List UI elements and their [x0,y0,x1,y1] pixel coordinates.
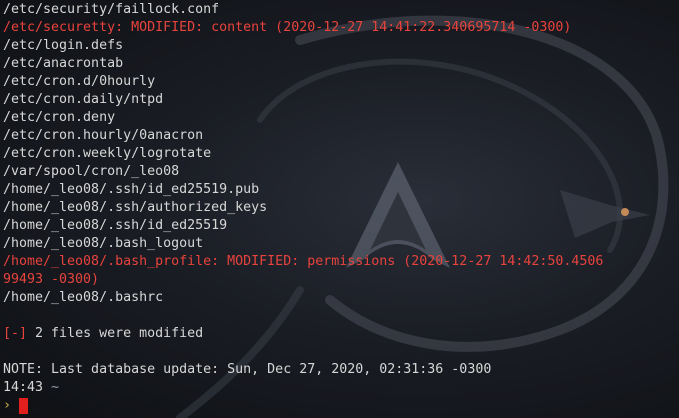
output-line: /var/spool/cron/_leo08 [3,164,180,179]
output-line: /etc/security/faillock.conf [3,2,220,17]
output-line: /home/_leo08/.bashrc [3,290,164,305]
summary-line: [-] 2 files were modified [3,325,677,343]
text-cursor[interactable] [19,398,29,414]
database-note: NOTE: Last database update: Sun, Dec 27,… [3,362,492,377]
terminal-window[interactable]: /etc/security/faillock.conf /etc/securet… [0,0,679,418]
output-line-modified: 99493 -0300) [3,272,100,287]
summary-text: 2 files were modified [27,326,204,341]
output-line: /home/_leo08/.ssh/id_ed25519.pub [3,182,260,197]
output-line: /etc/cron.weekly/logrotate [3,146,212,161]
status-tag: [-] [3,326,28,341]
output-line: /etc/login.defs [3,38,124,53]
prompt-directory: ~ [51,380,60,395]
output-line: /home/_leo08/.bash_logout [3,236,204,251]
prompt-time: 14:43 [3,380,44,395]
prompt-chevron-icon: › [3,398,12,413]
output-line: /etc/cron.daily/ntpd [3,92,164,107]
output-line: /home/_leo08/.ssh/id_ed25519 [3,218,228,233]
output-line-modified: /etc/securetty: MODIFIED: content (2020-… [3,20,572,35]
command-prompt[interactable]: › [3,397,677,415]
prompt-info: 14:43 ~ [3,379,677,397]
output-line: /home/_leo08/.ssh/authorized_keys [3,200,268,215]
output-line-modified: /home/_leo08/.bash_profile: MODIFIED: pe… [3,254,604,269]
output-line: /etc/cron.d/0hourly [3,74,156,89]
terminal-output: /etc/security/faillock.conf /etc/securet… [3,1,677,415]
output-line: /etc/cron.deny [3,110,116,125]
output-line: /etc/cron.hourly/0anacron [3,128,204,143]
output-line: /etc/anacrontab [3,56,124,71]
